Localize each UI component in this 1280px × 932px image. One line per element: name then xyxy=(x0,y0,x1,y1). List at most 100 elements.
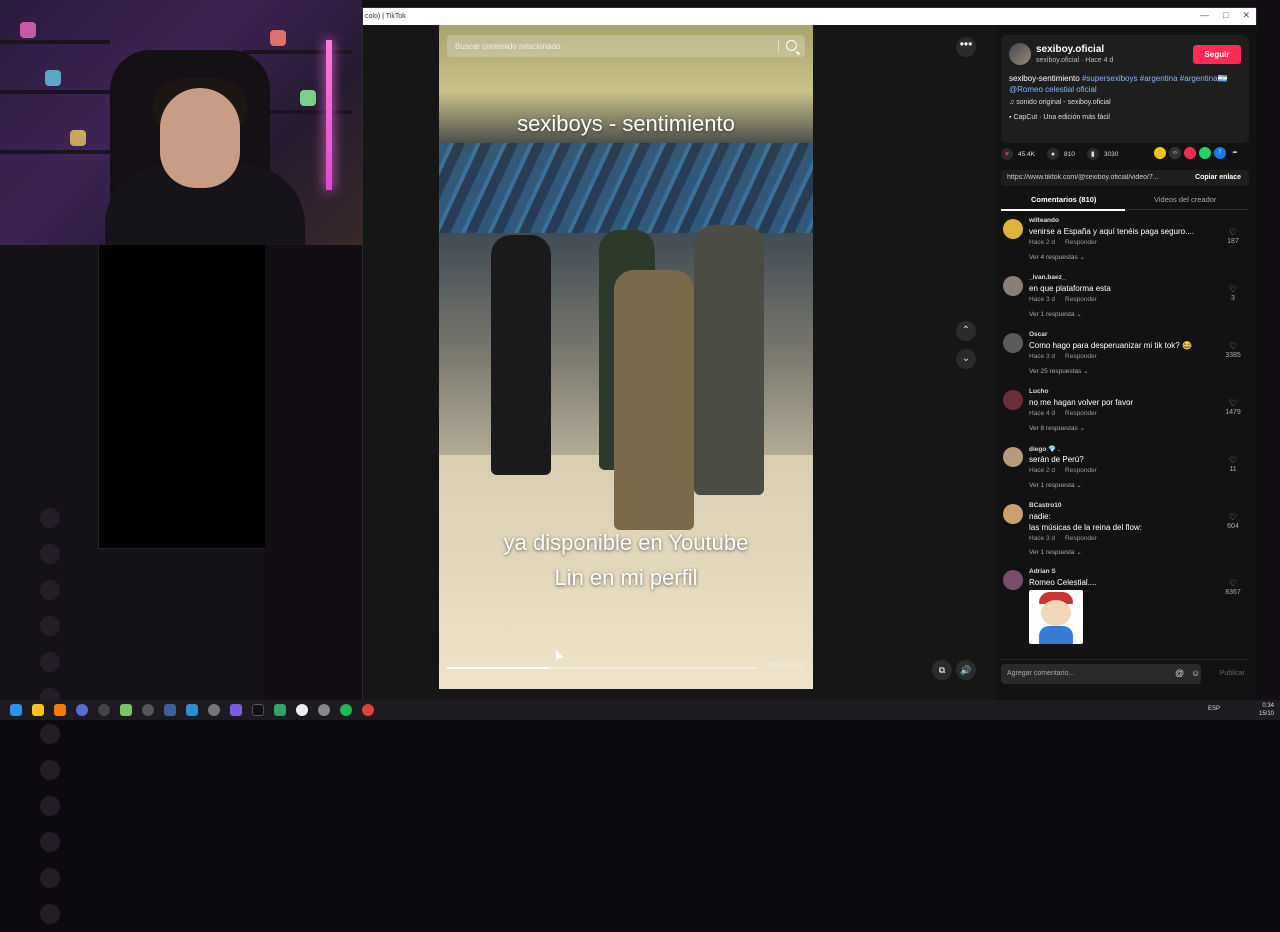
heart-outline-icon: ♡ xyxy=(1228,398,1238,408)
comment-input[interactable]: Agregar comentario... xyxy=(1001,664,1201,684)
app-icon[interactable] xyxy=(296,704,308,716)
volume-icon[interactable]: 🔊 xyxy=(956,660,976,680)
reply-button[interactable]: Responder xyxy=(1065,467,1097,474)
more-options-button[interactable]: ••• xyxy=(956,37,976,57)
spotify-icon[interactable] xyxy=(340,704,352,716)
comment-text: Como hago para desperuanizar mi tik tok?… xyxy=(1029,341,1192,350)
view-replies-button[interactable]: Ver 4 respuestas ⌄ xyxy=(1029,253,1085,261)
hashtag-link[interactable]: #supersexiboys xyxy=(1082,74,1138,83)
copy-link-button[interactable]: Copiar enlace xyxy=(1195,174,1241,181)
commenter-avatar[interactable] xyxy=(1003,504,1023,524)
start-icon[interactable] xyxy=(10,704,22,716)
follow-button[interactable]: Seguir xyxy=(1193,45,1241,64)
hashtag-link[interactable]: #argentina xyxy=(1180,74,1218,83)
comment-text: venirse a España y aquí tenéis paga segu… xyxy=(1029,227,1194,236)
comment-like-button[interactable]: ♡ 3385 xyxy=(1223,341,1243,359)
comment-text: no me hagan volver por favor xyxy=(1029,398,1134,407)
facebook-icon[interactable]: f xyxy=(1214,147,1226,159)
creator-avatar[interactable] xyxy=(1009,43,1031,65)
comment-like-button[interactable]: ♡ 3 xyxy=(1223,284,1243,302)
file-explorer-icon[interactable] xyxy=(32,704,44,716)
app-icon[interactable] xyxy=(318,704,330,716)
comment-item: _ivan.baez_ en que plataforma esta Hace … xyxy=(1001,274,1249,331)
reply-button[interactable]: Responder xyxy=(1065,296,1097,303)
embed-icon[interactable]: ‹› xyxy=(1169,147,1181,159)
comment-like-button[interactable]: ♡ 8367 xyxy=(1223,578,1243,596)
search-app-icon[interactable] xyxy=(54,704,66,716)
commenter-avatar[interactable] xyxy=(1003,390,1023,410)
reply-button[interactable]: Responder xyxy=(1065,239,1097,246)
coin-icon[interactable] xyxy=(1154,147,1166,159)
tiktok-icon[interactable] xyxy=(252,704,264,716)
creator-username[interactable]: sexiboy.oficial xyxy=(1036,44,1104,55)
hashtag-link[interactable]: #argentina xyxy=(1140,74,1178,83)
emoji-icon[interactable]: ☺ xyxy=(1191,668,1200,678)
app-icon[interactable] xyxy=(98,704,110,716)
music-link[interactable]: ♫ sonido original - sexiboy.oficial xyxy=(1009,99,1111,106)
reply-button[interactable]: Responder xyxy=(1065,353,1097,360)
comment-text: en que plataforma esta xyxy=(1029,284,1111,293)
commenter-avatar[interactable] xyxy=(1003,447,1023,467)
save-button[interactable]: ▮ 3030 xyxy=(1086,148,1118,160)
commenter-name[interactable]: Oscar xyxy=(1029,331,1047,338)
commenter-avatar[interactable] xyxy=(1003,276,1023,296)
related-search-input[interactable]: Buscar contenido relacionado xyxy=(447,35,805,57)
share-url[interactable]: https://www.tiktok.com/@sexiboy.oficial/… xyxy=(1007,174,1169,181)
video-progress-bar[interactable] xyxy=(447,667,757,669)
app-icon[interactable] xyxy=(76,704,88,716)
view-replies-button[interactable]: Ver 25 respuestas ⌄ xyxy=(1029,367,1089,375)
commenter-name[interactable]: wilteando xyxy=(1029,217,1059,224)
share-arrow-icon[interactable]: ➦ xyxy=(1229,147,1241,159)
edge-icon[interactable] xyxy=(186,704,198,716)
view-replies-button[interactable]: Ver 8 respuestas ⌄ xyxy=(1029,424,1085,432)
video-frame[interactable]: Buscar contenido relacionado sexiboys - … xyxy=(439,25,813,689)
next-video-button[interactable]: ⌄ xyxy=(956,349,976,369)
reply-button[interactable]: Responder xyxy=(1065,410,1097,417)
minimize-button[interactable]: — xyxy=(1200,10,1209,21)
capcut-label: CapCut · Una edición más fácil xyxy=(1013,114,1110,121)
comment-button[interactable]: ● 810 xyxy=(1047,148,1075,160)
language-indicator[interactable]: ESP xyxy=(1208,706,1220,712)
view-replies-button[interactable]: Ver 1 respuesta ⌄ xyxy=(1029,481,1082,489)
view-replies-button[interactable]: Ver 1 respuesta ⌄ xyxy=(1029,310,1082,318)
chrome-icon[interactable] xyxy=(362,704,374,716)
reply-button[interactable]: Responder xyxy=(1065,535,1097,542)
tab-comments[interactable]: Comentarios (810) xyxy=(1000,195,1126,211)
commenter-name[interactable]: Lucho xyxy=(1029,388,1049,395)
caption-line-2: Lin en mi perfil xyxy=(554,565,698,590)
app-icon[interactable] xyxy=(208,704,220,716)
commenter-name[interactable]: _ivan.baez_ xyxy=(1029,274,1066,281)
comment-text: nadie: las músicas de la reina del flow: xyxy=(1029,511,1219,533)
mention-icon[interactable]: @ xyxy=(1175,668,1184,678)
previous-video-button[interactable]: ⌃ xyxy=(956,321,976,341)
search-icon[interactable] xyxy=(786,40,797,51)
view-replies-button[interactable]: Ver 1 respuesta ⌄ xyxy=(1029,548,1082,556)
commenter-name[interactable]: Adrian S xyxy=(1029,568,1056,575)
like-button[interactable]: ♥ 45.4K xyxy=(1001,148,1035,160)
whatsapp-icon[interactable] xyxy=(1199,147,1211,159)
send-icon[interactable] xyxy=(1184,147,1196,159)
comment-like-button[interactable]: ♡ 187 xyxy=(1223,227,1243,245)
commenter-name[interactable]: diego 💎 . xyxy=(1029,445,1060,453)
notes-icon[interactable] xyxy=(120,704,132,716)
picture-in-picture-icon[interactable]: ⧉ xyxy=(932,660,952,680)
comment-like-button[interactable]: ♡ 1479 xyxy=(1223,398,1243,416)
app-icon[interactable] xyxy=(274,704,286,716)
capcut-link[interactable]: ▪ CapCut · Una edición más fácil xyxy=(1009,114,1110,121)
close-button[interactable]: ✕ xyxy=(1242,10,1250,21)
system-clock[interactable]: 0:34 15/10 xyxy=(1259,702,1274,718)
post-comment-button[interactable]: Publicar xyxy=(1220,670,1245,677)
commenter-avatar[interactable] xyxy=(1003,333,1023,353)
commenter-name[interactable]: BCastro10 xyxy=(1029,502,1062,509)
app-icon[interactable] xyxy=(142,704,154,716)
mention-link[interactable]: @Romeo celestial oficial xyxy=(1009,85,1097,94)
maximize-button[interactable]: □ xyxy=(1223,10,1228,21)
discord-icon[interactable] xyxy=(230,704,242,716)
comment-like-button[interactable]: ♡ 604 xyxy=(1223,512,1243,530)
comment-like-button[interactable]: ♡ 11 xyxy=(1223,455,1243,473)
commenter-avatar[interactable] xyxy=(1003,219,1023,239)
clock-time: 0:34 xyxy=(1262,703,1274,709)
app-icon[interactable] xyxy=(164,704,176,716)
tab-creator-videos[interactable]: Videos del creador xyxy=(1154,195,1216,204)
commenter-avatar[interactable] xyxy=(1003,570,1023,590)
